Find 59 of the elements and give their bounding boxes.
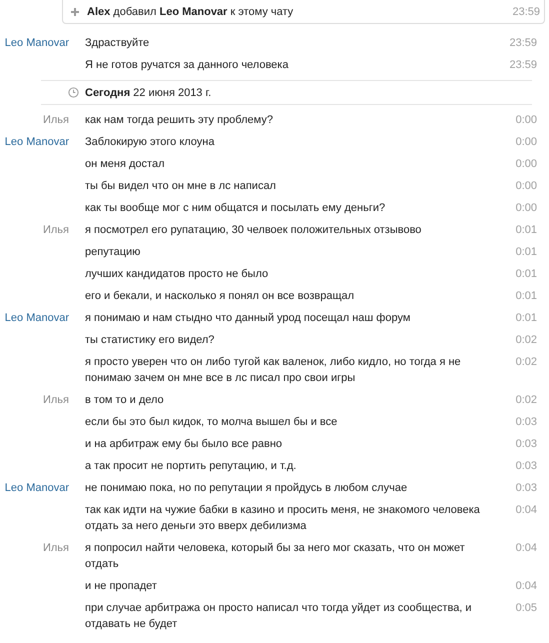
message-text: его и бекали, и насколько я понял он все возвращал: [85, 289, 356, 304]
message-time: 0:03: [514, 481, 537, 496]
plus-icon: [71, 8, 79, 16]
message-time: 23:59: [508, 58, 537, 73]
message-text: я посмотрел его рупатацию, 30 челвоек положительных отзывово: [85, 223, 422, 238]
sender-name[interactable]: Leo Manovar: [0, 134, 69, 150]
message-time: 0:03: [514, 415, 537, 430]
sender-name[interactable]: Илья: [0, 222, 69, 238]
message-time: 0:01: [514, 267, 537, 282]
message-text: я попросил найти человека, который бы за него мог сказать, что он может отдать: [85, 541, 466, 572]
message-text: Я не готов ручатся за данного человека: [85, 58, 290, 73]
message-time: 0:01: [514, 311, 537, 326]
message-text: ты статистику его видел?: [85, 333, 216, 348]
message-time: 0:02: [514, 333, 537, 348]
message-text: я просто уверен что он либо тугой как валенок, либо кидло, но тогда я не понимаю зачем он мне все в лс писал про свои игры: [85, 355, 462, 386]
message-time: 0:03: [514, 437, 537, 452]
message-time: 0:02: [514, 355, 537, 370]
sender-name[interactable]: Leo Manovar: [0, 480, 69, 496]
message-text: как нам тогда решить эту проблему?: [85, 113, 274, 128]
message-time: 0:01: [514, 245, 537, 260]
message-time: 23:59: [508, 36, 537, 51]
sender-name[interactable]: Leo Manovar: [0, 310, 69, 326]
message-time: 0:00: [514, 201, 537, 216]
message-time: 0:05: [514, 601, 537, 616]
message-time: 0:00: [514, 179, 537, 194]
message-time: 0:03: [514, 459, 537, 474]
notice-text: Alex добавил Leo Manovar к этому чату: [87, 6, 294, 18]
message-text: при случае арбитража он просто написал что тогда уйдет из сообщества, и отдавать не будет: [85, 601, 473, 632]
message-text: в том то и дело: [85, 393, 165, 408]
message-text: и на арбитраж ему бы было все равно: [85, 437, 284, 452]
message-text: Заблокирую этого клоуна: [85, 135, 216, 150]
message-time: 0:01: [514, 289, 537, 304]
message-text: я понимаю и нам стыдно что данный урод посещал наш форум: [85, 311, 412, 326]
sender-name[interactable]: Илья: [0, 112, 69, 128]
sender-name[interactable]: Илья: [0, 540, 69, 556]
message-text: если бы это был кидок, то молча вышел бы и все: [85, 415, 338, 430]
message-text: и не пропадет: [85, 579, 158, 594]
notice-time: 23:59: [511, 6, 540, 18]
message-text: как ты вообще мог с ним общатся и посылать ему деньги?: [85, 201, 386, 216]
message-time: 0:00: [514, 157, 537, 172]
date-separator: Сегодня 22 июня 2013 г.: [85, 86, 212, 98]
message-time: 0:01: [514, 223, 537, 238]
message-time: 0:04: [514, 541, 537, 556]
message-text: лучших кандидатов просто не было: [85, 267, 270, 282]
message-text: он меня достал: [85, 157, 166, 172]
message-time: 0:04: [514, 503, 537, 518]
message-time: 0:02: [514, 393, 537, 408]
sender-name[interactable]: Илья: [0, 392, 69, 408]
message-text: так как идти на чужие бабки в казино и просить меня, не знакомого человека отдать за него деньги это вверх дебилизма: [85, 503, 481, 534]
message-time: 0:04: [514, 579, 537, 594]
clock-icon: [68, 87, 79, 98]
message-text: ты бы видел что он мне в лс написал: [85, 179, 277, 194]
message-text: не понимаю пока, но по репутации я пройдусь в любом случае: [85, 481, 408, 496]
message-text: Здраствуйте: [85, 36, 150, 51]
message-time: 0:00: [514, 135, 537, 150]
message-time: 0:00: [514, 113, 537, 128]
sender-name[interactable]: Leo Manovar: [0, 35, 69, 51]
message-text: а так просит не портить репутацию, и т.д.: [85, 459, 298, 474]
message-text: репутацию: [85, 245, 142, 260]
